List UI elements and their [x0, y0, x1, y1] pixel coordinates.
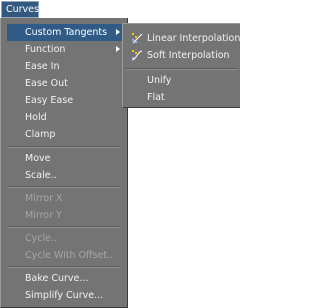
submenu-item-label: Linear Interpolation — [147, 33, 241, 44]
submenu-arrow-icon — [116, 29, 120, 35]
menu-item-clamp[interactable]: Clamp — [1, 126, 127, 143]
submenu-item-soft-interpolation[interactable]: Soft Interpolation — [123, 47, 239, 64]
menu-item-simplify-curve[interactable]: Simplify Curve... — [1, 287, 127, 304]
linear-interpolation-icon — [132, 33, 143, 44]
menubar: Curves — [0, 0, 240, 18]
submenu-arrow-icon — [116, 46, 120, 52]
menu-separator — [7, 266, 121, 268]
menu-item-custom-tangents[interactable]: Custom Tangents — [7, 24, 127, 41]
menu-item-bake-curve[interactable]: Bake Curve... — [1, 270, 127, 287]
menu-item-ease-in[interactable]: Ease In — [1, 58, 127, 75]
menu-item-label: Custom Tangents — [25, 27, 108, 38]
menu-item-scale[interactable]: Scale.. — [1, 167, 127, 184]
menu-item-cycle: Cycle.. — [25, 233, 58, 244]
custom-tangents-submenu: Linear Interpolation Soft Interpolation … — [122, 23, 240, 108]
submenu-separator — [125, 68, 237, 70]
menu-item-mirror-x: Mirror X — [25, 193, 63, 204]
menu-separator — [7, 186, 121, 188]
soft-interpolation-icon — [131, 50, 143, 61]
menu-separator — [7, 146, 121, 148]
menu-separator — [7, 226, 121, 228]
menubar-curves[interactable]: Curves — [1, 1, 39, 18]
menu-item-function[interactable]: Function — [1, 41, 127, 58]
curves-menu: Custom Tangents Function Ease In Ease Ou… — [0, 18, 128, 308]
submenu-item-label: Soft Interpolation — [147, 50, 230, 61]
menu-item-move[interactable]: Move — [1, 150, 127, 167]
submenu-item-linear-interpolation[interactable]: Linear Interpolation — [123, 30, 241, 47]
menu-item-ease-out[interactable]: Ease Out — [1, 75, 127, 92]
menu-item-label: Function — [25, 44, 66, 55]
menu-item-hold[interactable]: Hold — [1, 109, 127, 126]
menu-item-mirror-y: Mirror Y — [25, 210, 62, 221]
submenu-item-flat[interactable]: Flat — [123, 89, 239, 106]
menu-item-easy-ease[interactable]: Easy Ease — [1, 92, 127, 109]
submenu-item-unify[interactable]: Unify — [123, 72, 239, 89]
menu-item-cycle-with-offset: Cycle With Offset.. — [25, 250, 114, 261]
